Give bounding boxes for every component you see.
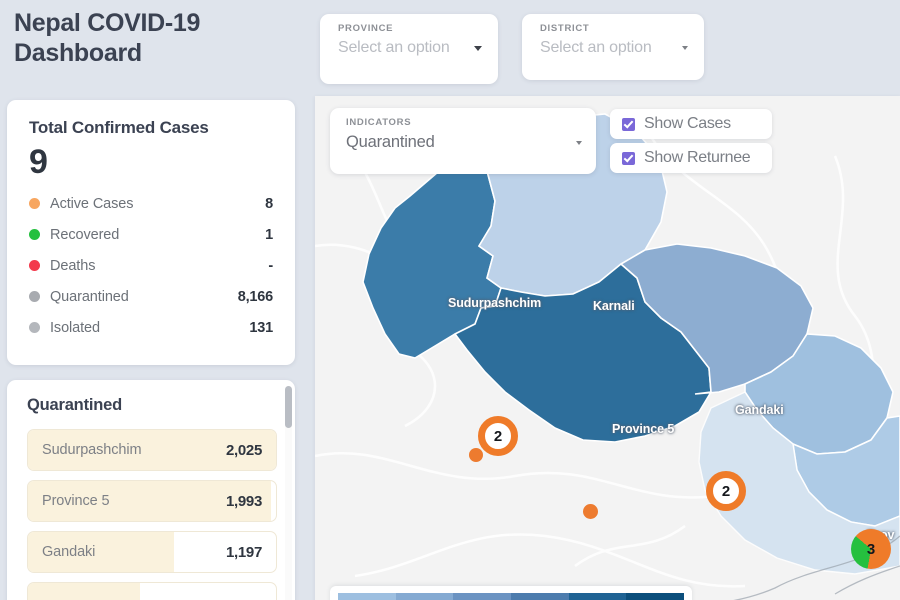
status-dot-icon — [29, 291, 40, 302]
map-label-sudurpashchim: Sudurpashchim — [448, 296, 541, 310]
stat-row-active-cases: Active Cases 8 — [29, 188, 273, 219]
case-point-marker[interactable] — [583, 504, 598, 519]
quarantined-list-card: Quarantined Sudurpashchim 2,025 Province… — [7, 380, 295, 600]
stat-row-recovered: Recovered 1 — [29, 219, 273, 250]
district-select[interactable]: DISTRICT Select an option — [522, 14, 704, 80]
map-label-karnali: Karnali — [593, 299, 635, 313]
stat-value: 8,166 — [238, 289, 273, 305]
cluster-marker-pie[interactable]: 3 — [851, 529, 891, 569]
stat-label: Active Cases — [50, 196, 265, 212]
scrollbar-thumb[interactable] — [285, 386, 292, 428]
stat-row-deaths: Deaths - — [29, 250, 273, 281]
stat-label: Quarantined — [50, 289, 238, 305]
scrollbar[interactable] — [285, 386, 292, 600]
stat-value: 1 — [265, 227, 273, 243]
list-item[interactable]: Province 5 1,993 — [27, 480, 277, 522]
status-dot-icon — [29, 198, 40, 209]
indicators-select-value: Quarantined — [346, 133, 568, 152]
show-returnee-toggle[interactable]: Show Returnee — [610, 143, 772, 173]
legend-swatch — [396, 593, 454, 600]
stat-label: Deaths — [50, 258, 268, 274]
status-dot-icon — [29, 260, 40, 271]
list-item[interactable]: Sudurpashchim 2,025 — [27, 429, 277, 471]
legend-swatch — [511, 593, 569, 600]
stat-row-isolated: Isolated 131 — [29, 312, 273, 343]
stat-label: Isolated — [50, 320, 249, 336]
list-item-value: 2,025 — [226, 442, 262, 459]
legend-swatch — [453, 593, 511, 600]
stat-value: 8 — [265, 196, 273, 212]
list-item-value: 1,993 — [226, 493, 262, 510]
district-select-value: Select an option — [540, 39, 674, 57]
list-item[interactable] — [27, 582, 277, 600]
cluster-count: 3 — [867, 541, 875, 558]
checkbox-checked-icon[interactable] — [622, 152, 635, 165]
total-confirmed-cases-card: Total Confirmed Cases 9 Active Cases 8 R… — [7, 100, 295, 365]
district-select-label: DISTRICT — [540, 23, 688, 34]
stats-card-title: Total Confirmed Cases — [29, 118, 273, 138]
indicators-select-label: INDICATORS — [346, 117, 582, 128]
list-item-label: Sudurpashchim — [42, 442, 226, 458]
province-select[interactable]: PROVINCE Select an option — [320, 14, 498, 84]
show-cases-toggle[interactable]: Show Cases — [610, 109, 772, 139]
chevron-down-icon — [682, 46, 688, 50]
list-item-value: 1,197 — [226, 544, 262, 561]
map-label-province5: Province 5 — [612, 422, 674, 436]
total-confirmed-value: 9 — [29, 142, 273, 182]
stat-label: Recovered — [50, 227, 265, 243]
indicators-select[interactable]: INDICATORS Quarantined — [330, 108, 596, 174]
checkbox-checked-icon[interactable] — [622, 118, 635, 131]
chevron-down-icon — [474, 46, 482, 51]
map-legend — [330, 586, 692, 600]
case-point-marker[interactable] — [469, 448, 483, 462]
stat-value: - — [268, 258, 273, 274]
show-returnee-label: Show Returnee — [644, 149, 750, 167]
list-item-label: Province 5 — [42, 493, 226, 509]
map-panel[interactable]: Sudurpashchim Karnali Province 5 Gandaki… — [315, 96, 900, 600]
legend-swatch — [626, 593, 684, 600]
list-item-label: Gandaki — [42, 544, 226, 560]
cluster-marker[interactable]: 2 — [478, 416, 518, 456]
chevron-down-icon — [576, 141, 582, 145]
status-dot-icon — [29, 229, 40, 240]
quarantined-panel-title: Quarantined — [27, 396, 277, 415]
dashboard-root: Nepal COVID-19 Dashboard Total Confirmed… — [0, 8, 900, 600]
show-cases-label: Show Cases — [644, 115, 731, 133]
list-item[interactable]: Gandaki 1,197 — [27, 531, 277, 573]
cluster-marker[interactable]: 2 — [706, 471, 746, 511]
stat-value: 131 — [249, 320, 273, 336]
legend-swatch — [569, 593, 627, 600]
legend-swatch — [338, 593, 396, 600]
stats-row-list: Active Cases 8 Recovered 1 Deaths - Quar… — [29, 188, 273, 343]
status-dot-icon — [29, 322, 40, 333]
page-title: Nepal COVID-19 Dashboard — [14, 8, 244, 68]
stat-row-quarantined: Quarantined 8,166 — [29, 281, 273, 312]
province-select-value: Select an option — [338, 39, 466, 57]
legend-gradient-bar — [338, 593, 684, 600]
map-label-gandaki: Gandaki — [735, 403, 784, 417]
province-select-label: PROVINCE — [338, 23, 482, 34]
